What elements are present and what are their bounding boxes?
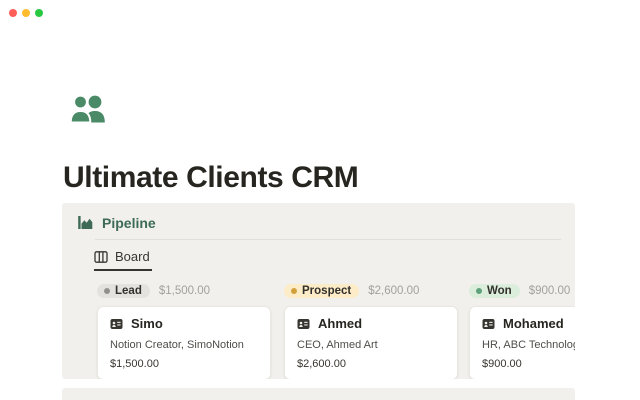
card-name: Ahmed bbox=[318, 316, 362, 331]
kanban-board: Lead $1,500.00 Simo Notion Creator, Simo… bbox=[62, 283, 575, 379]
pipeline-header: Pipeline bbox=[62, 203, 575, 231]
pipeline-title[interactable]: Pipeline bbox=[102, 215, 156, 231]
page-icon[interactable] bbox=[67, 89, 109, 131]
card-subtitle: CEO, Ahmed Art bbox=[297, 339, 445, 351]
contact-card-icon bbox=[297, 318, 310, 330]
page-title[interactable]: Ultimate Clients CRM bbox=[63, 161, 358, 195]
status-label: Lead bbox=[115, 285, 142, 297]
header-divider bbox=[95, 239, 561, 240]
card-amount: $1,500.00 bbox=[110, 358, 258, 370]
deal-card-ahmed[interactable]: Ahmed CEO, Ahmed Art $2,600.00 bbox=[284, 306, 458, 379]
column-header: Prospect $2,600.00 bbox=[284, 283, 458, 298]
people-icon bbox=[67, 89, 109, 131]
column-header: Won $900.00 bbox=[469, 283, 575, 298]
board-icon bbox=[94, 250, 108, 264]
card-name: Mohamed bbox=[503, 316, 564, 331]
contact-card-icon bbox=[110, 318, 123, 330]
card-subtitle: Notion Creator, SimoNotion bbox=[110, 339, 258, 351]
minimize-button[interactable] bbox=[22, 9, 30, 17]
tab-board-label: Board bbox=[115, 249, 150, 264]
status-dot bbox=[104, 288, 110, 294]
status-dot bbox=[476, 288, 482, 294]
status-pill-lead[interactable]: Lead bbox=[97, 284, 150, 298]
zoom-button[interactable] bbox=[35, 9, 43, 17]
contact-card-icon bbox=[482, 318, 495, 330]
status-label: Won bbox=[487, 285, 512, 297]
close-button[interactable] bbox=[9, 9, 17, 17]
deal-card-mohamed[interactable]: Mohamed HR, ABC Technology $900.00 bbox=[469, 306, 575, 379]
window-controls bbox=[9, 9, 43, 17]
board-column-lead: Lead $1,500.00 Simo Notion Creator, Simo… bbox=[97, 283, 271, 379]
status-label: Prospect bbox=[302, 285, 351, 297]
card-subtitle: HR, ABC Technology bbox=[482, 339, 575, 351]
column-total: $1,500.00 bbox=[159, 285, 210, 297]
card-name: Simo bbox=[131, 316, 163, 331]
column-total: $2,600.00 bbox=[368, 285, 419, 297]
status-dot bbox=[291, 288, 297, 294]
status-pill-won[interactable]: Won bbox=[469, 284, 520, 298]
tab-board[interactable]: Board bbox=[94, 240, 152, 271]
card-amount: $2,600.00 bbox=[297, 358, 445, 370]
status-pill-prospect[interactable]: Prospect bbox=[284, 284, 359, 298]
column-header: Lead $1,500.00 bbox=[97, 283, 271, 298]
pipeline-section: Pipeline Board Lead $1,500.00 bbox=[62, 203, 575, 379]
board-column-prospect: Prospect $2,600.00 Ahmed CEO, Ahmed Art bbox=[284, 283, 458, 379]
column-total: $900.00 bbox=[529, 285, 571, 297]
deal-card-simo[interactable]: Simo Notion Creator, SimoNotion $1,500.0… bbox=[97, 306, 271, 379]
next-section-peek bbox=[62, 388, 575, 400]
card-amount: $900.00 bbox=[482, 358, 575, 370]
area-chart-icon bbox=[77, 214, 94, 231]
board-column-won: Won $900.00 Mohamed HR, ABC Technology bbox=[469, 283, 575, 379]
